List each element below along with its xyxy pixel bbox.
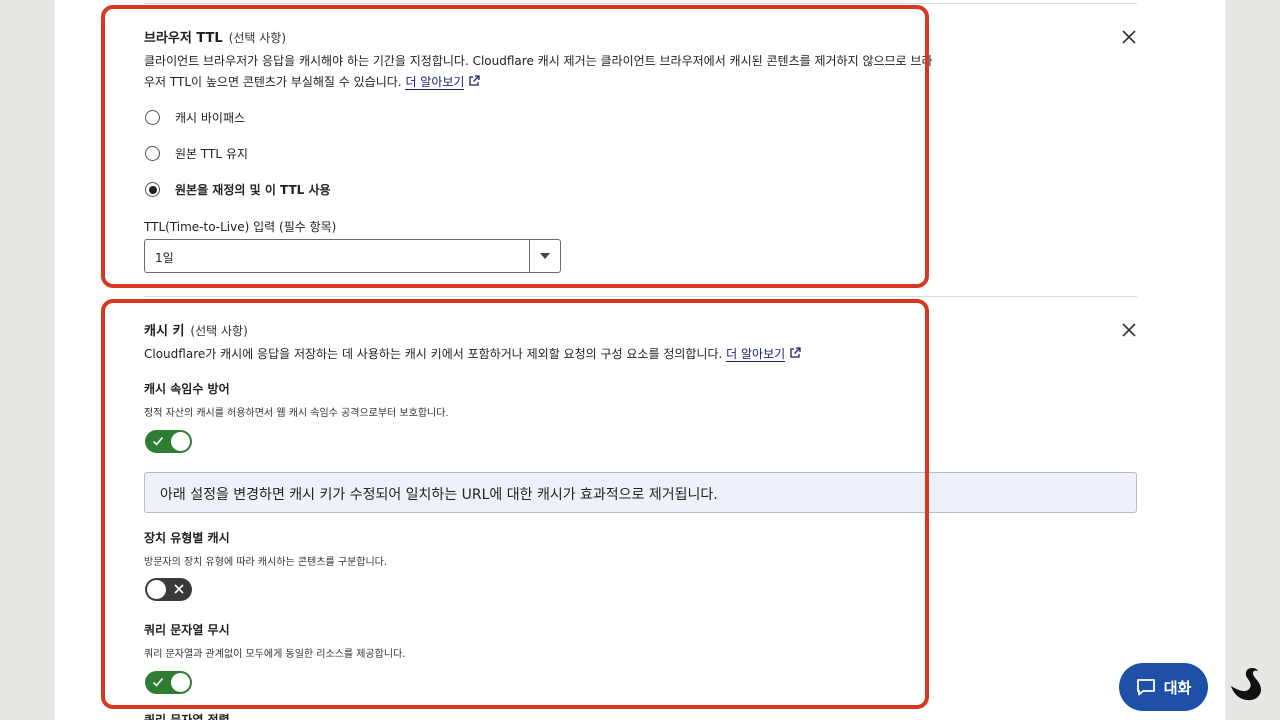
section-divider-middle: [144, 296, 1137, 297]
ttl-select[interactable]: 1일: [144, 239, 561, 273]
cache-key-title: 캐시 키 (선택 사항): [144, 320, 248, 339]
dropdown-arrow-icon: [540, 253, 550, 259]
toggle-knob: [171, 432, 190, 451]
cache-deception-desc: 정적 자산의 캐시를 허용하면서 웹 캐시 속임수 공격으로부터 보호합니다.: [144, 408, 449, 419]
cache-key-description: Cloudflare가 캐시에 응답을 저장하는 데 사용하는 캐시 키에서 포…: [144, 344, 984, 365]
radio-option-respect-origin[interactable]: 원본 TTL 유지: [145, 145, 248, 162]
ignore-query-desc: 쿼리 문자열과 관계없이 모두에게 동일한 리소스를 제공합니다.: [144, 649, 406, 660]
device-type-toggle[interactable]: [145, 578, 192, 601]
radio-override-label: 원본을 재정의 및 이 TTL 사용: [175, 183, 331, 197]
cache-deception-title: 캐시 속임수 방어: [144, 382, 230, 396]
radio-override[interactable]: [145, 182, 160, 197]
external-link-icon: [790, 347, 801, 358]
radio-respect-origin[interactable]: [145, 146, 160, 161]
x-icon: [174, 584, 184, 594]
cache-key-learn-more-link[interactable]: 더 알아보기: [726, 347, 786, 362]
chat-bubble-icon: [1136, 679, 1155, 696]
browser-ttl-learn-more-link[interactable]: 더 알아보기: [405, 75, 465, 90]
browser-ttl-optional: (선택 사항): [228, 31, 287, 45]
cache-key-title-text: 캐시 키: [144, 324, 185, 339]
radio-bypass[interactable]: [145, 110, 160, 125]
swan-logo: [1231, 668, 1261, 701]
ttl-select-arrow[interactable]: [529, 240, 560, 272]
cache-key-desc-text: Cloudflare가 캐시에 응답을 저장하는 데 사용하는 캐시 키에서 포…: [144, 347, 723, 361]
check-icon: [152, 436, 164, 446]
radio-option-bypass[interactable]: 캐시 바이패스: [145, 109, 245, 126]
browser-ttl-title: 브라우저 TTL (선택 사항): [144, 27, 286, 46]
sort-query-title-partial: 쿼리 문자열 정렬: [144, 713, 230, 720]
device-type-title: 장치 유형별 캐시: [144, 531, 230, 545]
external-link-icon: [469, 75, 481, 86]
browser-ttl-description: 클라이언트 브라우저가 응답을 캐시해야 하는 기간을 지정합니다. Cloud…: [144, 51, 984, 93]
browser-ttl-desc-line2-wrap: 우저 TTL이 높으면 콘텐츠가 부실해질 수 있습니다. 더 알아보기: [144, 72, 984, 93]
chat-button[interactable]: 대화: [1119, 663, 1208, 711]
cache-deception-toggle[interactable]: [145, 430, 192, 453]
browser-ttl-close-button[interactable]: [1119, 27, 1139, 47]
check-icon: [152, 677, 164, 687]
browser-ttl-desc-line2: 우저 TTL이 높으면 콘텐츠가 부실해질 수 있습니다.: [144, 75, 402, 89]
cache-key-close-button[interactable]: [1119, 320, 1139, 340]
section-divider-top: [144, 3, 1137, 4]
cache-key-optional: (선택 사항): [190, 324, 248, 338]
toggle-knob: [147, 580, 166, 599]
close-icon: [1122, 323, 1136, 337]
ttl-select-value: 1일: [155, 251, 174, 265]
radio-respect-origin-label: 원본 TTL 유지: [175, 147, 248, 161]
toggle-knob: [171, 673, 190, 692]
chat-button-label: 대화: [1163, 678, 1192, 697]
cache-key-notice: 아래 설정을 변경하면 캐시 키가 수정되어 일치하는 URL에 대한 캐시가 …: [144, 472, 1137, 513]
ignore-query-title: 쿼리 문자열 무시: [144, 623, 230, 637]
device-type-desc: 방문자의 장치 유형에 따라 캐시하는 콘텐츠를 구분합니다.: [144, 557, 388, 568]
ttl-input-label: TTL(Time-to-Live) 입력 (필수 항목): [144, 220, 337, 234]
browser-ttl-title-text: 브라우저 TTL: [144, 31, 223, 46]
ignore-query-toggle[interactable]: [145, 671, 192, 694]
browser-ttl-desc-line1: 클라이언트 브라우저가 응답을 캐시해야 하는 기간을 지정합니다. Cloud…: [144, 54, 933, 68]
radio-bypass-label: 캐시 바이패스: [175, 111, 246, 125]
radio-option-override[interactable]: 원본을 재정의 및 이 TTL 사용: [145, 181, 331, 198]
close-icon: [1122, 30, 1136, 44]
